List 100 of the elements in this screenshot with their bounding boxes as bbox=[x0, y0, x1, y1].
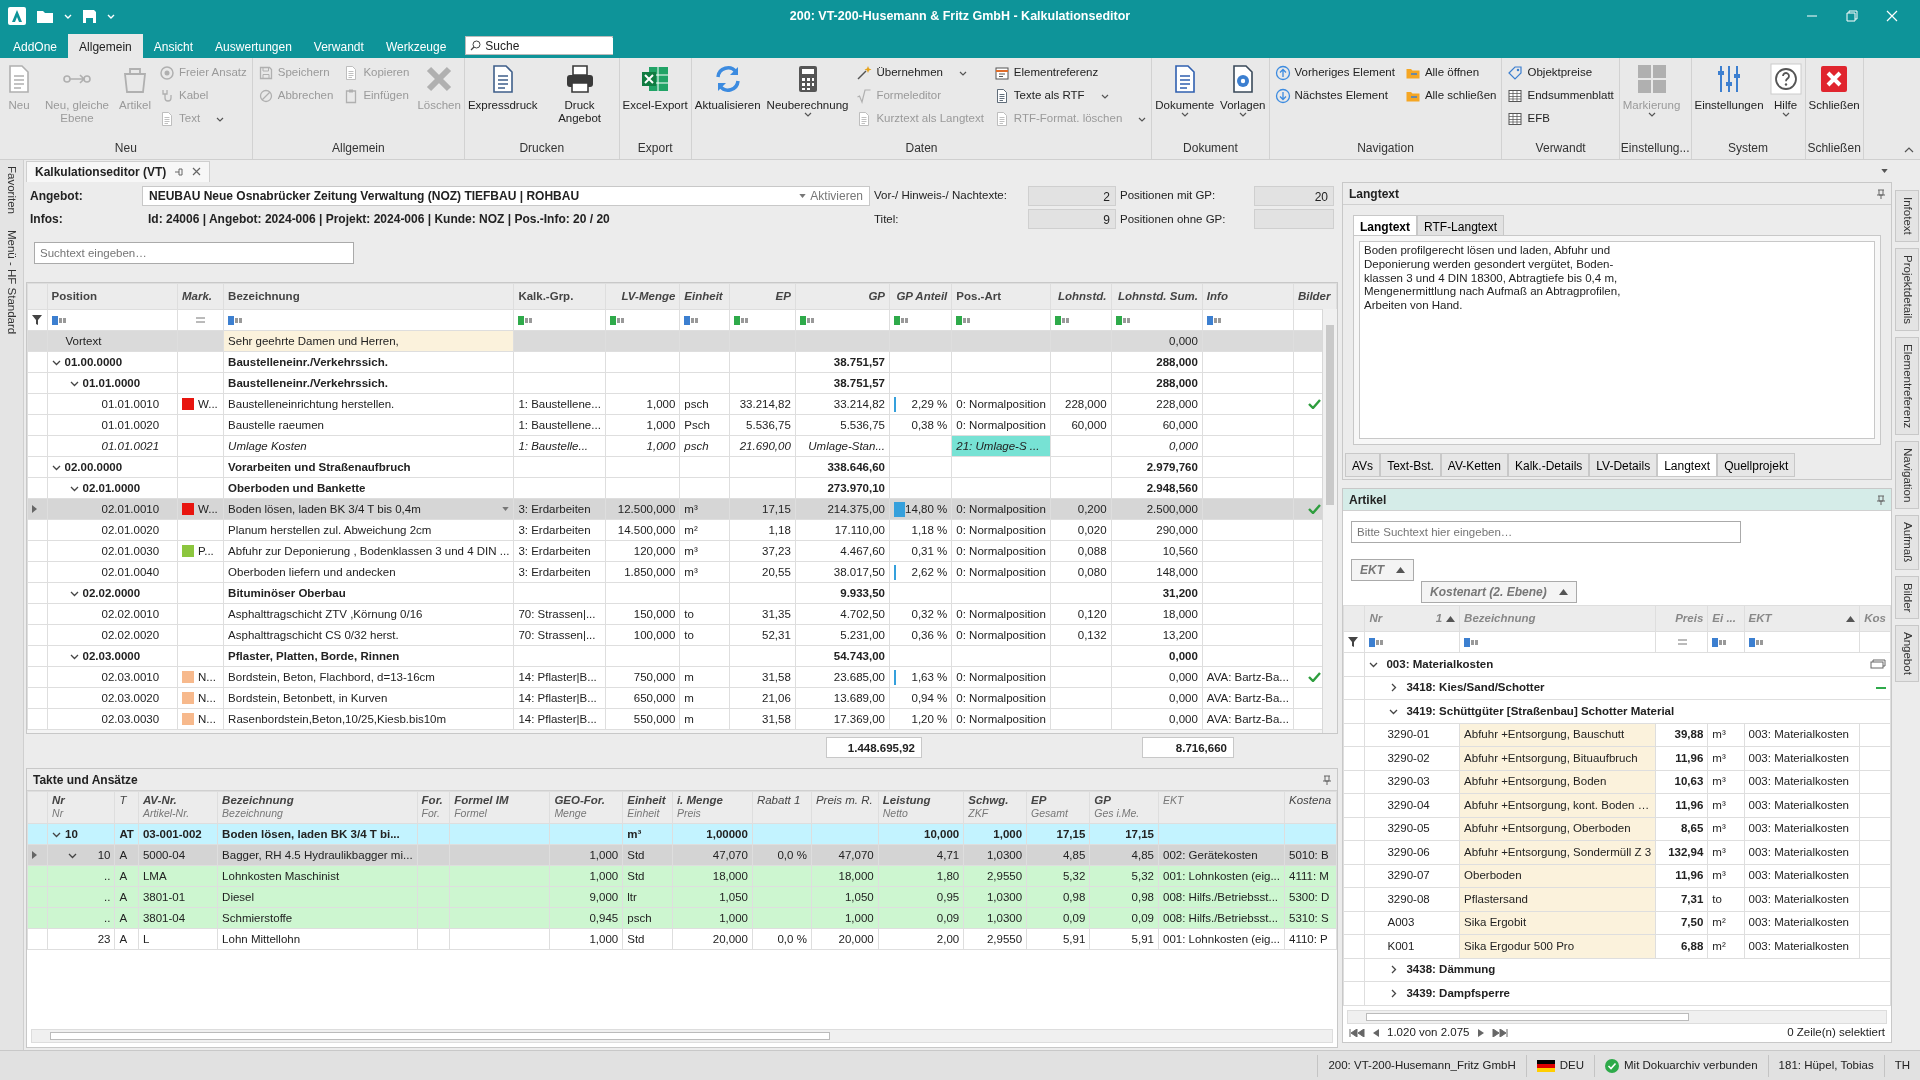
column-header[interactable]: Position bbox=[47, 283, 178, 310]
ribbon-button[interactable]: Neuberechnung bbox=[764, 61, 851, 137]
column-header[interactable]: Bezeichnung bbox=[223, 283, 514, 310]
side-tab[interactable]: Projektdetails bbox=[1895, 247, 1919, 331]
tab[interactable]: Kalk.-Details bbox=[1507, 453, 1590, 477]
grid-row[interactable]: .. A LMA Lohnkosten Maschinist 1,000 Std 18,000 18,000 1,80 2,9550 5,32 5,32 001: Lohnkosten (eig... 4111: M bbox=[27, 865, 1337, 887]
column-header[interactable]: EP bbox=[1031, 794, 1047, 806]
next-icon[interactable] bbox=[1477, 1029, 1484, 1037]
side-tab[interactable]: Navigation bbox=[1895, 441, 1919, 510]
text-filter-icon[interactable] bbox=[684, 315, 700, 325]
grid-row[interactable]: 10 AT 03-001-002 Boden lösen, laden BK 3/4 T bi... m³ 1,00000 10,000 1,000 17,15 17,15 bbox=[27, 823, 1337, 845]
stack-icon[interactable] bbox=[1870, 659, 1886, 670]
column-header[interactable]: GP bbox=[1094, 794, 1111, 806]
sort-up-icon[interactable] bbox=[1558, 589, 1568, 595]
grid-row[interactable]: 02.01.0030 P... Abfuhr zur Deponierung , Bodenklassen 3 und 4 DIN ... 3: Erdarbeiten 120,000 m³ 37,23 4.467,60 0,31 % 0: Normalposition 0,088 10,560 bbox=[27, 540, 1337, 562]
sort-up-icon[interactable] bbox=[1446, 615, 1456, 622]
ribbon-button[interactable]: Druck Angebot bbox=[541, 61, 618, 137]
column-header[interactable]: For. bbox=[421, 794, 443, 806]
text-filter-icon[interactable] bbox=[609, 315, 625, 325]
ribbon-button[interactable]: Expressdruck bbox=[465, 61, 540, 137]
ribbon-button[interactable]: Vorlagen bbox=[1218, 61, 1268, 137]
ribbon-button[interactable]: Dokumente bbox=[1153, 61, 1217, 137]
ribbon-tab[interactable]: AddOne bbox=[2, 34, 69, 58]
grid-row[interactable]: 02.03.0030 N... Rasenbordstein,Beton,10/25,Kiesb.bis10m 14: Pflaster|B... 550,000 m 31,58 17.369,00 1,20 % 0: Normalposition 0,000 AVA: Bartz-Ba... bbox=[27, 708, 1337, 730]
group-row[interactable]: 3438: Dämmung bbox=[1406, 960, 1496, 980]
text-filter-icon[interactable] bbox=[1054, 315, 1070, 325]
text-filter-icon[interactable] bbox=[51, 315, 67, 325]
restore-icon[interactable] bbox=[1846, 10, 1858, 22]
side-tab[interactable]: Aufmaß bbox=[1895, 515, 1919, 570]
save-icon[interactable] bbox=[82, 8, 97, 24]
grid-row[interactable]: 02.01.0020 Planum herstellen zul. Abweichung 2cm 3: Erdarbeiten 14.500,000 m² 1,18 17.110,00 1,18 % 0: Normalposition 0,020 290,000 bbox=[27, 519, 1337, 541]
column-header[interactable]: GP Anteil bbox=[889, 283, 952, 310]
text-filter-icon[interactable] bbox=[228, 315, 244, 325]
ribbon-button[interactable]: Alle schließen bbox=[1402, 85, 1499, 107]
text-filter-icon[interactable] bbox=[1464, 637, 1480, 647]
tab[interactable]: Quellprojekt bbox=[1717, 453, 1796, 477]
chevron-icon[interactable] bbox=[1389, 683, 1399, 693]
ribbon-tab[interactable]: Allgemein bbox=[68, 34, 143, 58]
grid-row[interactable]: 02.03.0000 Pflaster, Platten, Borde, Rinnen 54.743,00 0,000 bbox=[27, 645, 1337, 667]
filter-icon[interactable] bbox=[32, 315, 42, 326]
pin-icon[interactable] bbox=[174, 166, 185, 177]
search-field[interactable]: Suche bbox=[465, 36, 614, 55]
grid-row[interactable]: Vortext Sehr geehrte Damen und Herren, 0,000 bbox=[27, 330, 1337, 352]
tab[interactable]: Langtext bbox=[1657, 453, 1718, 477]
ribbon-button[interactable]: Elementreferenz bbox=[991, 62, 1149, 84]
scrollbar[interactable] bbox=[1322, 309, 1337, 733]
column-header[interactable]: Lohnstd. Sum. bbox=[1111, 283, 1203, 310]
group-row[interactable]: 003: Materialkosten bbox=[1386, 654, 1494, 674]
ribbon-button[interactable]: Alle öffnen bbox=[1402, 62, 1499, 84]
column-header[interactable]: GEO-For. bbox=[554, 794, 605, 806]
ribbon-button[interactable]: EFB bbox=[1505, 108, 1616, 130]
scrollbar[interactable] bbox=[1347, 1010, 1887, 1024]
column-header[interactable]: Einheit bbox=[627, 794, 666, 806]
grid-row[interactable]: 02.03.0020 N... Bordstein, Betonbett, in Kurven 14: Pflaster|B... 650,000 m 21,06 13.689,00 0,94 % 0: Normalposition 0,000 AVA: Bartz-Ba... bbox=[27, 687, 1337, 709]
text-filter-icon[interactable] bbox=[1369, 637, 1385, 647]
first-page-icon[interactable] bbox=[1349, 1029, 1365, 1037]
ribbon-button[interactable]: Endsummenblatt bbox=[1505, 85, 1616, 107]
side-tab[interactable]: Infotext bbox=[1895, 190, 1919, 242]
side-tab[interactable]: Elementreferenz bbox=[1895, 336, 1919, 436]
column-header[interactable]: Schwg. bbox=[968, 794, 1009, 806]
search-field[interactable]: Suchtext eingeben… bbox=[34, 242, 354, 264]
ribbon-button[interactable]: Nächstes Element bbox=[1272, 85, 1397, 107]
column-header[interactable]: Bilder bbox=[1293, 283, 1337, 310]
tab[interactable]: AV-Ketten bbox=[1440, 453, 1508, 477]
grid-row[interactable]: 23 A L Lohn Mittellohn 1,000 Std 20,000 0,0 % 20,000 2,00 2,9550 5,91 5,91 001: Lohnkosten (eig... 4110: P bbox=[27, 928, 1337, 950]
column-header[interactable]: Info bbox=[1202, 283, 1294, 310]
tab[interactable]: Langtext bbox=[1353, 215, 1417, 235]
group-row[interactable]: 3439: Dampfsperre bbox=[1406, 983, 1511, 1003]
filter-icon[interactable] bbox=[1348, 637, 1358, 648]
grid-row[interactable]: .. A 3801-04 Schmierstoffe 0,945 psch 1,000 1,000 0,09 1,0300 0,09 0,09 008: Hilfs./Betriebsst... 5310: S bbox=[27, 907, 1337, 929]
text-filter-icon[interactable] bbox=[1712, 637, 1728, 647]
caret-icon[interactable] bbox=[107, 13, 115, 19]
search-field[interactable]: Bitte Suchtext hier eingeben… bbox=[1351, 521, 1741, 543]
grid-row[interactable]: 10 A 5000-04 Bagger, RH 4.5 Hydraulikbagger mi... 1,000 Std 47,070 0,0 % 47,070 4,71 1,0300 4,85 4,85 002: Gerätekosten 5010: B bbox=[27, 844, 1337, 866]
scrollbar[interactable] bbox=[31, 1029, 1333, 1043]
column-header[interactable]: Lohnstd. bbox=[1050, 283, 1112, 310]
column-header[interactable]: Mark. bbox=[177, 283, 224, 310]
grid-row[interactable]: 02.00.0000 Vorarbeiten und Straßenaufbruch 338.646,60 2.979,760 bbox=[27, 456, 1337, 478]
row-indicator-icon[interactable] bbox=[32, 851, 37, 860]
grid-row[interactable]: 02.01.0000 Oberboden und Bankette 273.970,10 2.948,560 bbox=[27, 477, 1337, 499]
grid-row[interactable]: 01.01.0020 Baustelle raeumen 1: Baustellene... 1,000 Psch 5.536,75 5.536,75 0,38 % 0: Normalposition 60,000 60,000 bbox=[27, 414, 1337, 436]
ribbon-button[interactable]: Aktualisieren bbox=[692, 61, 763, 137]
ribbon-button[interactable]: Schließen bbox=[1806, 61, 1862, 137]
ribbon-button[interactable]: Vorheriges Element bbox=[1272, 62, 1397, 84]
grid-row[interactable]: 02.02.0000 Bituminöser Oberbau 9.933,50 31,200 bbox=[27, 582, 1337, 604]
grid-row[interactable]: 02.02.0010 Asphalttragschicht ZTV ,Körnung 0/16 70: Strassen|... 150,000 to 31,35 4.702,50 0,32 % 0: Normalposition 0,120 18,000 bbox=[27, 603, 1337, 625]
text-filter-icon[interactable] bbox=[1115, 315, 1131, 325]
ribbon-button[interactable]: Übernehmen bbox=[854, 62, 986, 84]
column-header[interactable]: Nr bbox=[52, 794, 65, 806]
dropdown-icon[interactable] bbox=[502, 507, 510, 511]
text-filter-icon[interactable] bbox=[956, 315, 972, 325]
column-header[interactable]: GP bbox=[795, 283, 890, 310]
collapse-icon[interactable] bbox=[1904, 147, 1914, 153]
ribbon-button[interactable]: Einstellungen bbox=[1692, 61, 1766, 137]
chevron-icon[interactable] bbox=[1389, 988, 1399, 998]
column-header[interactable]: Einheit bbox=[679, 283, 730, 310]
ribbon-tab[interactable]: Auswertungen bbox=[204, 34, 303, 58]
chevron-icon[interactable] bbox=[1389, 965, 1399, 975]
close-icon[interactable] bbox=[192, 167, 202, 176]
column-header[interactable]: EP bbox=[729, 283, 796, 310]
